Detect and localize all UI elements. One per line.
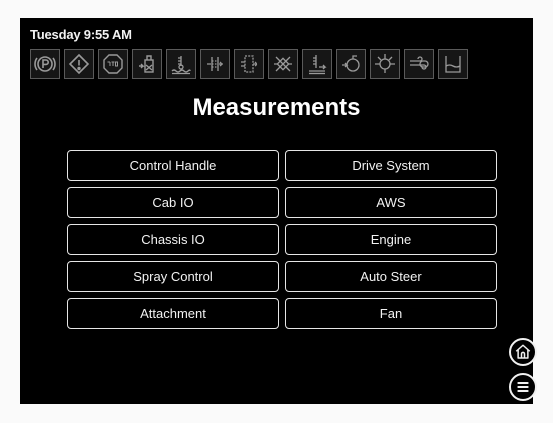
status-time: Tuesday 9:55 AM (30, 27, 132, 42)
page-title: Measurements (192, 94, 361, 121)
tank-level-icon (438, 49, 468, 79)
main-menu-button[interactable] (509, 373, 537, 401)
air-filter-icon (404, 49, 434, 79)
chassis-io-button[interactable]: Chassis IO (67, 224, 279, 255)
control-handle-button[interactable]: Control Handle (67, 150, 279, 181)
engine-oil-pressure-icon (370, 49, 400, 79)
display-screen: Tuesday 9:55 AM Measurements Control Han… (20, 18, 537, 404)
engine-button[interactable]: Engine (285, 224, 497, 255)
fan-button[interactable]: Fan (285, 298, 497, 329)
filter-bypass-icon (268, 49, 298, 79)
hamburger-menu-icon (517, 382, 529, 392)
attachment-button[interactable]: Attachment (67, 298, 279, 329)
stop-icon (98, 49, 128, 79)
fluid-level-icon (302, 49, 332, 79)
home-icon (515, 344, 531, 359)
aws-button[interactable]: AWS (285, 187, 497, 218)
drive-system-button[interactable]: Drive System (285, 150, 497, 181)
fuel-filter-icon (132, 49, 162, 79)
hydraulic-pressure-icon (234, 49, 264, 79)
auto-steer-button[interactable]: Auto Steer (285, 261, 497, 292)
parking-brake-icon (30, 49, 60, 79)
coolant-level-icon (166, 49, 196, 79)
warning-icon-strip (30, 49, 468, 83)
oil-filter-icon (336, 49, 366, 79)
cab-io-button[interactable]: Cab IO (67, 187, 279, 218)
spray-control-button[interactable]: Spray Control (67, 261, 279, 292)
home-button[interactable] (509, 338, 537, 366)
warning-triangle-icon (64, 49, 94, 79)
measurement-menu: Control Handle Drive System Cab IO AWS C… (67, 150, 499, 329)
hydraulic-filter-icon (200, 49, 230, 79)
